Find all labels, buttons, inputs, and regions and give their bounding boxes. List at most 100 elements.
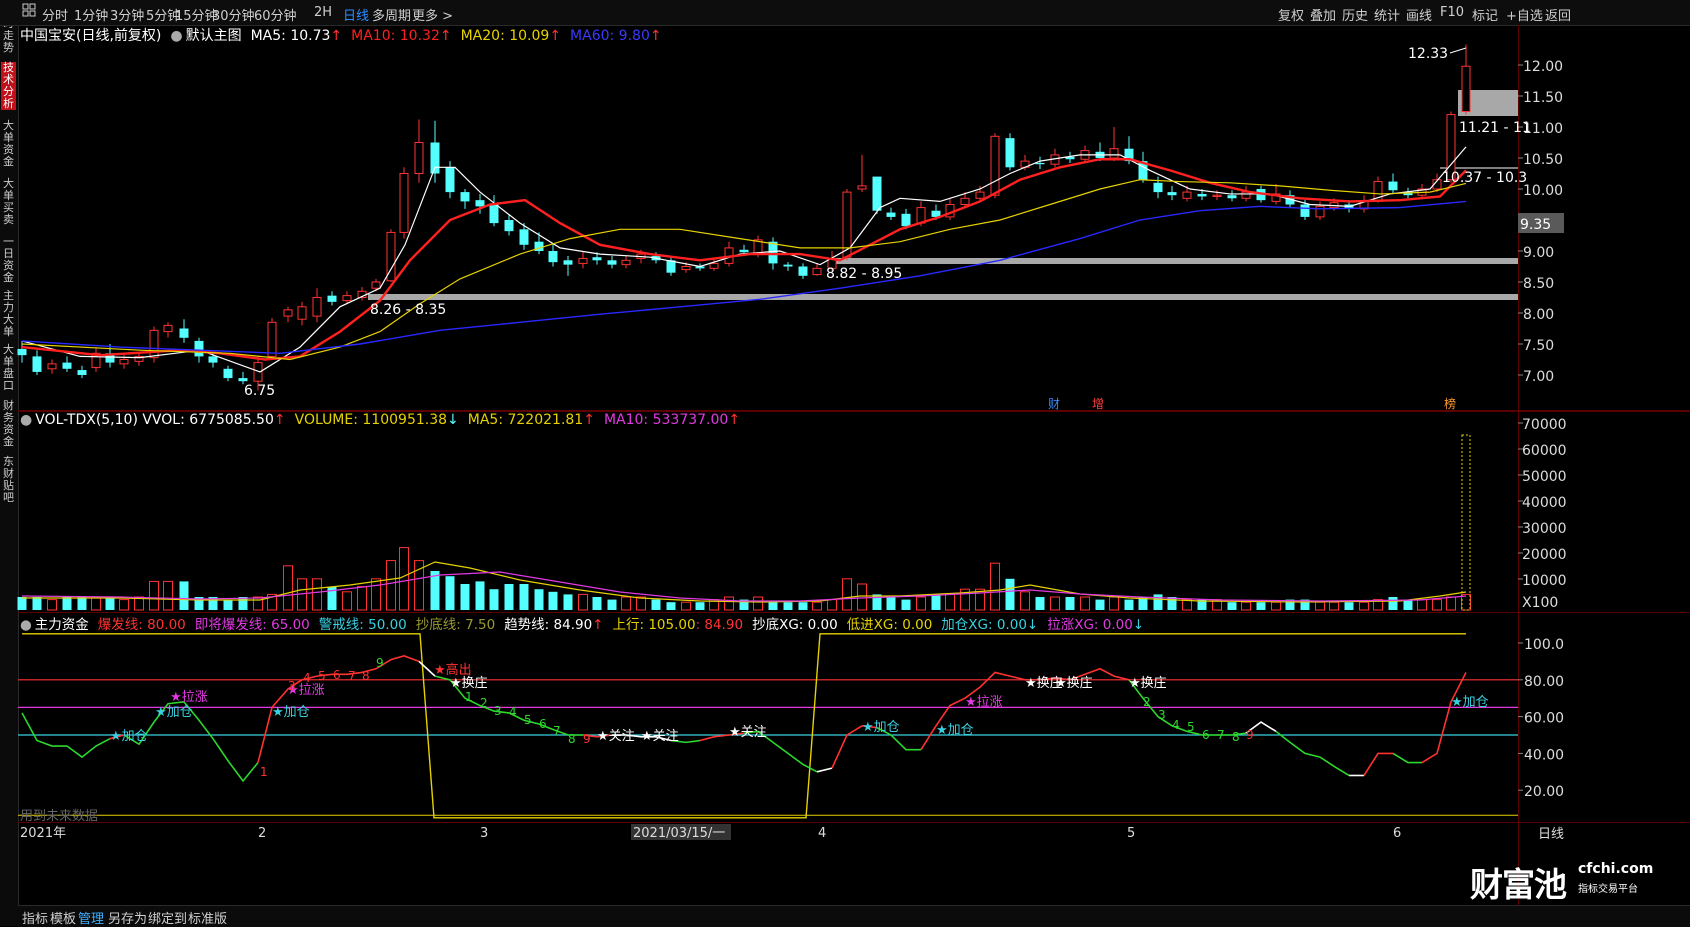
- event-mark[interactable]: 增: [1092, 397, 1104, 411]
- count-digit: 3: [288, 679, 296, 693]
- volume-bar: [77, 597, 87, 610]
- count-digit: 2: [1143, 695, 1151, 709]
- stock-chart[interactable]: ★加仓★加仓★拉涨★加仓★拉涨★高出★换庄★关注 ★关注 ★关注 ★加仓 ★加仓★拉涨★…: [0, 0, 1690, 926]
- volume-bar: [827, 599, 837, 611]
- count-digit: 7: [348, 669, 356, 683]
- candle: [1315, 201, 1325, 220]
- volume-bar: [105, 597, 115, 610]
- volume-bar: [1020, 591, 1030, 611]
- x-axis-label: 2021/03/15/一: [633, 826, 725, 841]
- volume-bar: [1109, 596, 1119, 611]
- count-digit: 4: [1172, 718, 1180, 732]
- volume-bar: [149, 580, 159, 611]
- candle: [62, 356, 72, 372]
- volume-bar: [636, 596, 646, 611]
- volume-bar: [753, 596, 763, 611]
- volume-bar: [47, 599, 57, 611]
- count-digit: 7: [553, 724, 561, 738]
- x-axis-label: 2: [258, 826, 266, 841]
- volume-bar: [1167, 597, 1177, 610]
- trend-segment: [1275, 730, 1350, 777]
- count-digit: 6: [1202, 728, 1210, 742]
- price-tick: 8.50: [1523, 276, 1554, 292]
- candle: [297, 301, 307, 326]
- bottom-tab-5[interactable]: 标准版: [188, 908, 227, 927]
- volume-tick: 10000: [1522, 573, 1567, 589]
- watermark-slogan: 指标交易平台: [1578, 884, 1638, 895]
- volume-bar: [945, 593, 955, 611]
- bottom-tab-0[interactable]: 指标: [22, 908, 48, 927]
- indicator-tick: 60.00: [1524, 711, 1564, 727]
- support-zones: [368, 90, 1518, 300]
- count-digit: 9: [583, 732, 591, 746]
- candle: [812, 263, 822, 276]
- volume-tick: 30000: [1522, 521, 1567, 537]
- volume-bar: [563, 594, 573, 610]
- volume-bar: [489, 589, 499, 610]
- bottom-tab-4[interactable]: 绑定到: [148, 908, 187, 927]
- volume-bar: [1417, 599, 1427, 611]
- volume-bar: [724, 596, 734, 611]
- volume-bar: [651, 599, 661, 610]
- bottom-tab-2[interactable]: 管理: [78, 908, 104, 927]
- candle: [563, 255, 573, 276]
- count-digit: 2: [480, 696, 488, 710]
- candle: [32, 350, 42, 375]
- candle: [724, 241, 734, 267]
- volume-bar: [592, 597, 602, 610]
- volume-bar: [17, 597, 27, 610]
- event-mark[interactable]: 财: [1048, 397, 1060, 411]
- price-tick: 10.00: [1523, 183, 1563, 199]
- volume-bar: [312, 578, 322, 611]
- count-digit: 6: [333, 668, 341, 682]
- volume-bar: [783, 602, 793, 610]
- volume-bar: [386, 560, 396, 611]
- x-axis-label: 2021年: [20, 826, 66, 841]
- count-digit: 8: [1232, 730, 1240, 744]
- candle: [534, 232, 544, 255]
- volume-bar: [1095, 599, 1105, 610]
- candle: [1461, 44, 1471, 115]
- current-price-label: 9.35: [1520, 217, 1551, 233]
- signal-add: ★加仓: [272, 705, 310, 720]
- candle: [709, 258, 719, 271]
- candle: [886, 207, 896, 220]
- volume-bar: [931, 594, 941, 610]
- volume-bar: [283, 565, 293, 611]
- grid-lines: [18, 25, 1690, 905]
- count-digit: 3: [1158, 708, 1166, 722]
- candle: [798, 263, 808, 279]
- event-mark[interactable]: 榜: [1444, 396, 1456, 411]
- candle: [460, 189, 470, 209]
- volume-tick: 50000: [1522, 469, 1567, 485]
- volume-bar: [990, 562, 1000, 611]
- price-tick: 8.00: [1523, 307, 1554, 323]
- signal-swap: ★换庄: [1055, 675, 1093, 691]
- vol-ma5-line: [22, 561, 1467, 603]
- high-price-label: 12.33: [1408, 46, 1448, 62]
- candle: [504, 215, 514, 236]
- bottom-tab-3[interactable]: 另存为: [108, 908, 147, 927]
- candle: [621, 255, 631, 269]
- volume-bar: [1315, 601, 1325, 611]
- volume-bar: [1124, 599, 1134, 610]
- volume-tick: 70000: [1522, 417, 1567, 433]
- volume-bar: [798, 602, 808, 610]
- volume-tick: 40000: [1522, 495, 1567, 511]
- indicator-tick: 20.00: [1524, 784, 1564, 800]
- x-axis-label: 4: [818, 826, 826, 841]
- candle: [414, 119, 424, 183]
- low-price-label: 6.75: [244, 383, 275, 399]
- candle: [1359, 195, 1369, 213]
- volume-bar: [901, 599, 911, 610]
- price-tick: 7.00: [1523, 369, 1554, 385]
- signal-swap: ★换庄: [450, 675, 488, 691]
- candle: [327, 291, 337, 306]
- volume-bar: [399, 547, 409, 611]
- trend-segment: [1392, 752, 1422, 764]
- volume-bar: [842, 578, 852, 611]
- bottom-tab-1[interactable]: 模板: [50, 908, 76, 927]
- zone-label-2: 8.82 - 8.95: [826, 266, 902, 282]
- volume-bar: [1403, 599, 1413, 610]
- volume-bar: [253, 596, 263, 611]
